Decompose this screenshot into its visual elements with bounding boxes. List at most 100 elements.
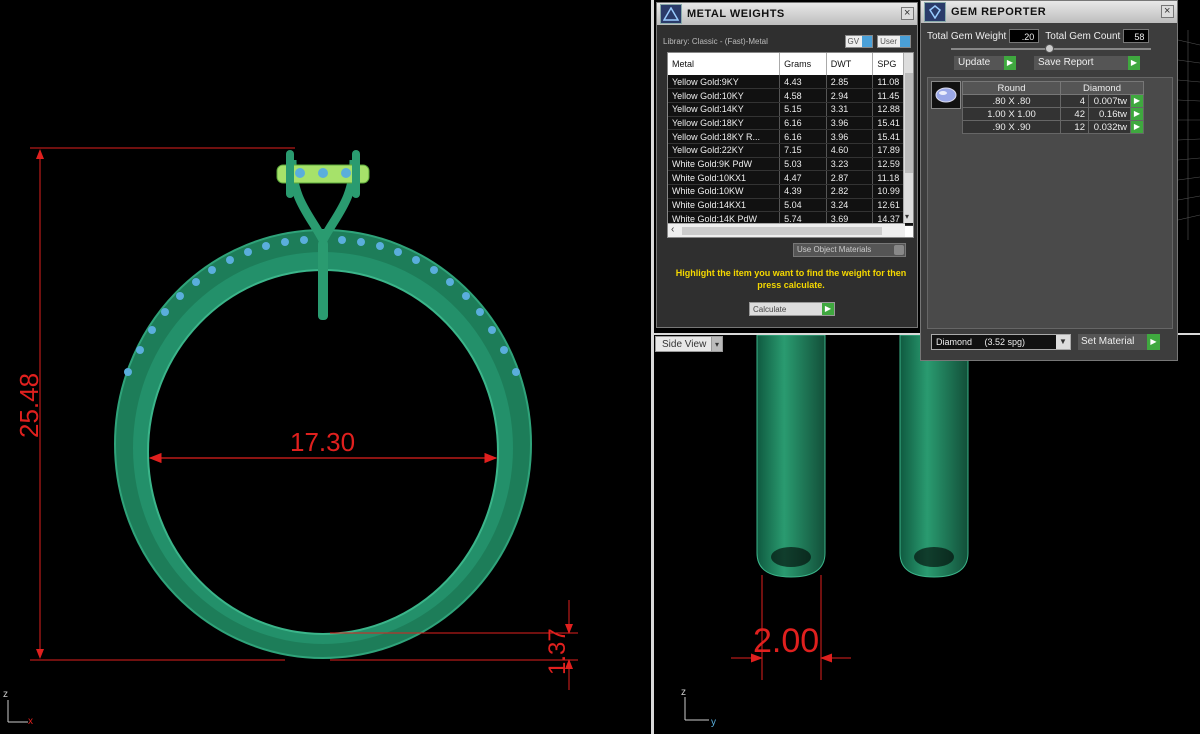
viewport-divider-vertical[interactable] (651, 0, 654, 734)
front-viewport[interactable]: 25.48 17.30 1.37 z x (0, 0, 652, 734)
gem-select-play-icon[interactable]: ▶ (1131, 95, 1143, 107)
metal-cell: White Gold:10KW (668, 184, 781, 199)
metal-cell: 3.23 (826, 157, 874, 172)
metal-weights-close-icon[interactable]: × (901, 7, 914, 20)
gem-reporter-titlebar[interactable]: GEM REPORTER × (921, 1, 1177, 23)
gem-slider[interactable] (951, 44, 1151, 53)
metal-weights-table: Metal Grams DWT SPG Yellow Gold:9KY 4.43 2.85… (667, 52, 914, 238)
gem-reporter-logo-icon (924, 2, 946, 22)
metal-cell: Yellow Gold:18KY (668, 116, 781, 131)
side-axis-z-label: z (681, 687, 686, 698)
gem-list: Round Diamond .80 X .80 4 0.007tw ▶ 1.00 X 1… (927, 77, 1173, 329)
metal-weights-panel: METAL WEIGHTS × Library: Classic - (Fast… (656, 2, 918, 328)
chevron-down-icon: ▼ (1056, 335, 1070, 349)
save-report-button[interactable]: Save Report ▶ (1034, 56, 1140, 70)
metal-table-vscroll[interactable]: ▾ (903, 53, 913, 223)
metal-row[interactable]: White Gold:10KX1 4.47 2.87 11.18 (668, 170, 913, 185)
side-axis-y-label: y (711, 717, 716, 728)
metal-cell: Yellow Gold:22KY (668, 143, 781, 158)
gem-material-header: Diamond (1060, 81, 1144, 95)
dimension-diameter-label: 17.30 (290, 427, 355, 457)
metal-cell: 5.04 (779, 198, 827, 213)
material-select[interactable]: Diamond (3.52 spg) ▼ (931, 334, 1071, 350)
dimension-height-label: 25.48 (14, 373, 44, 438)
side-shank-left (756, 335, 826, 578)
user-toggle[interactable]: User (877, 34, 911, 48)
side-view-label[interactable]: Side View (655, 336, 714, 352)
scroll-down-icon[interactable]: ▾ (905, 212, 909, 221)
side-viewport[interactable]: 2.00 z y (653, 335, 1200, 734)
gem-reporter-close-icon[interactable]: × (1161, 5, 1174, 18)
axis-gizmo (7, 700, 28, 723)
update-button[interactable]: Update ▶ (954, 56, 1016, 70)
gem-weight: 0.16tw (1088, 107, 1131, 121)
metal-weights-titlebar[interactable]: METAL WEIGHTS × (657, 3, 917, 25)
total-count-value: 58 (1123, 29, 1150, 43)
metal-row[interactable]: Yellow Gold:10KY 4.58 2.94 11.45 (668, 88, 913, 103)
metal-col-header[interactable]: Grams (779, 53, 827, 75)
metal-row[interactable]: White Gold:14KX1 5.04 3.24 12.61 (668, 198, 913, 213)
gem-row[interactable]: 1.00 X 1.00 42 0.16tw ▶ (962, 107, 1144, 121)
axis-x-label: x (28, 716, 33, 727)
metal-cell: 4.43 (779, 75, 827, 90)
dimension-thickness-label: 1.37 (544, 628, 571, 675)
metal-col-header[interactable]: Metal (668, 53, 781, 75)
calculate-button[interactable]: Calculate ▶ (749, 302, 835, 316)
metal-cell: 3.96 (826, 129, 874, 144)
metal-cell: 6.16 (779, 116, 827, 131)
metal-cell: Yellow Gold:9KY (668, 75, 781, 90)
metal-cell: 2.82 (826, 184, 874, 199)
metal-row[interactable]: Yellow Gold:14KY 5.15 3.31 12.88 (668, 102, 913, 117)
gem-select-play-icon[interactable]: ▶ (1131, 121, 1143, 133)
play-icon: ▶ (1128, 56, 1140, 70)
gem-size: .80 X .80 (962, 94, 1061, 108)
metal-row[interactable]: Yellow Gold:18KY 6.16 3.96 15.41 (668, 116, 913, 131)
metal-cell: 3.96 (826, 116, 874, 131)
metal-row[interactable]: White Gold:10KW 4.39 2.82 10.99 (668, 184, 913, 199)
metal-cell: 3.31 (826, 102, 874, 117)
metal-cell: 4.47 (779, 170, 827, 185)
metal-cell: 6.16 (779, 129, 827, 144)
metal-table-hscroll[interactable]: ‹ (668, 223, 905, 237)
side-axis-gizmo (684, 697, 709, 721)
metal-cell: Yellow Gold:14KY (668, 102, 781, 117)
metal-weights-hint: Highlight the item you want to find the … (675, 268, 907, 290)
metal-cell: 4.60 (826, 143, 874, 158)
gem-select-play-icon[interactable]: ▶ (1131, 108, 1143, 120)
set-material-button[interactable]: Set Material ▶ (1078, 334, 1160, 350)
gem-size: .90 X .90 (962, 120, 1061, 134)
total-weight-value: .20 (1009, 29, 1040, 43)
play-icon: ▶ (1147, 334, 1160, 350)
metal-cell: White Gold:10KX1 (668, 170, 781, 185)
gv-toggle[interactable]: GV (844, 34, 874, 48)
gem-count: 4 (1060, 94, 1089, 108)
gem-thumbnail[interactable] (931, 81, 961, 109)
metal-row[interactable]: Yellow Gold:18KY R... 6.16 3.96 15.41 (668, 129, 913, 144)
metal-row[interactable]: Yellow Gold:9KY 4.43 2.85 11.08 (668, 75, 913, 90)
metal-cell: Yellow Gold:18KY R... (668, 129, 781, 144)
metal-cell: Yellow Gold:10KY (668, 88, 781, 103)
metal-row[interactable]: Yellow Gold:22KY 7.15 4.60 17.89 (668, 143, 913, 158)
metal-cell: 2.87 (826, 170, 874, 185)
dimension-width-label: 2.00 (753, 622, 819, 660)
metal-cell: 5.03 (779, 157, 827, 172)
library-label: Library: Classic - (Fast)-Metal (663, 36, 768, 46)
gem-row[interactable]: .90 X .90 12 0.032tw ▶ (962, 120, 1144, 134)
metal-row[interactable]: White Gold:9K PdW 5.03 3.23 12.59 (668, 157, 913, 172)
play-icon: ▶ (1004, 56, 1016, 70)
metal-col-header[interactable]: DWT (826, 53, 874, 75)
gem-reporter-title: GEM REPORTER (951, 6, 1047, 18)
front-view-canvas: 25.48 17.30 1.37 z x (3, 147, 578, 727)
total-weight-label: Total Gem Weight (927, 30, 1007, 42)
metal-cell: 2.94 (826, 88, 874, 103)
metal-cell: 2.85 (826, 75, 874, 90)
metal-cell: 3.24 (826, 198, 874, 213)
gem-row[interactable]: .80 X .80 4 0.007tw ▶ (962, 94, 1144, 108)
gem-count: 42 (1060, 107, 1089, 121)
gem-shape-header: Round (962, 81, 1061, 95)
gem-weight: 0.032tw (1088, 120, 1131, 134)
view-dropdown-icon[interactable]: ▾ (711, 336, 723, 352)
scroll-left-icon[interactable]: ‹ (671, 224, 674, 235)
gem-slider-knob[interactable] (1045, 44, 1054, 53)
use-object-materials-checkbox[interactable]: Use Object Materials (793, 243, 906, 257)
